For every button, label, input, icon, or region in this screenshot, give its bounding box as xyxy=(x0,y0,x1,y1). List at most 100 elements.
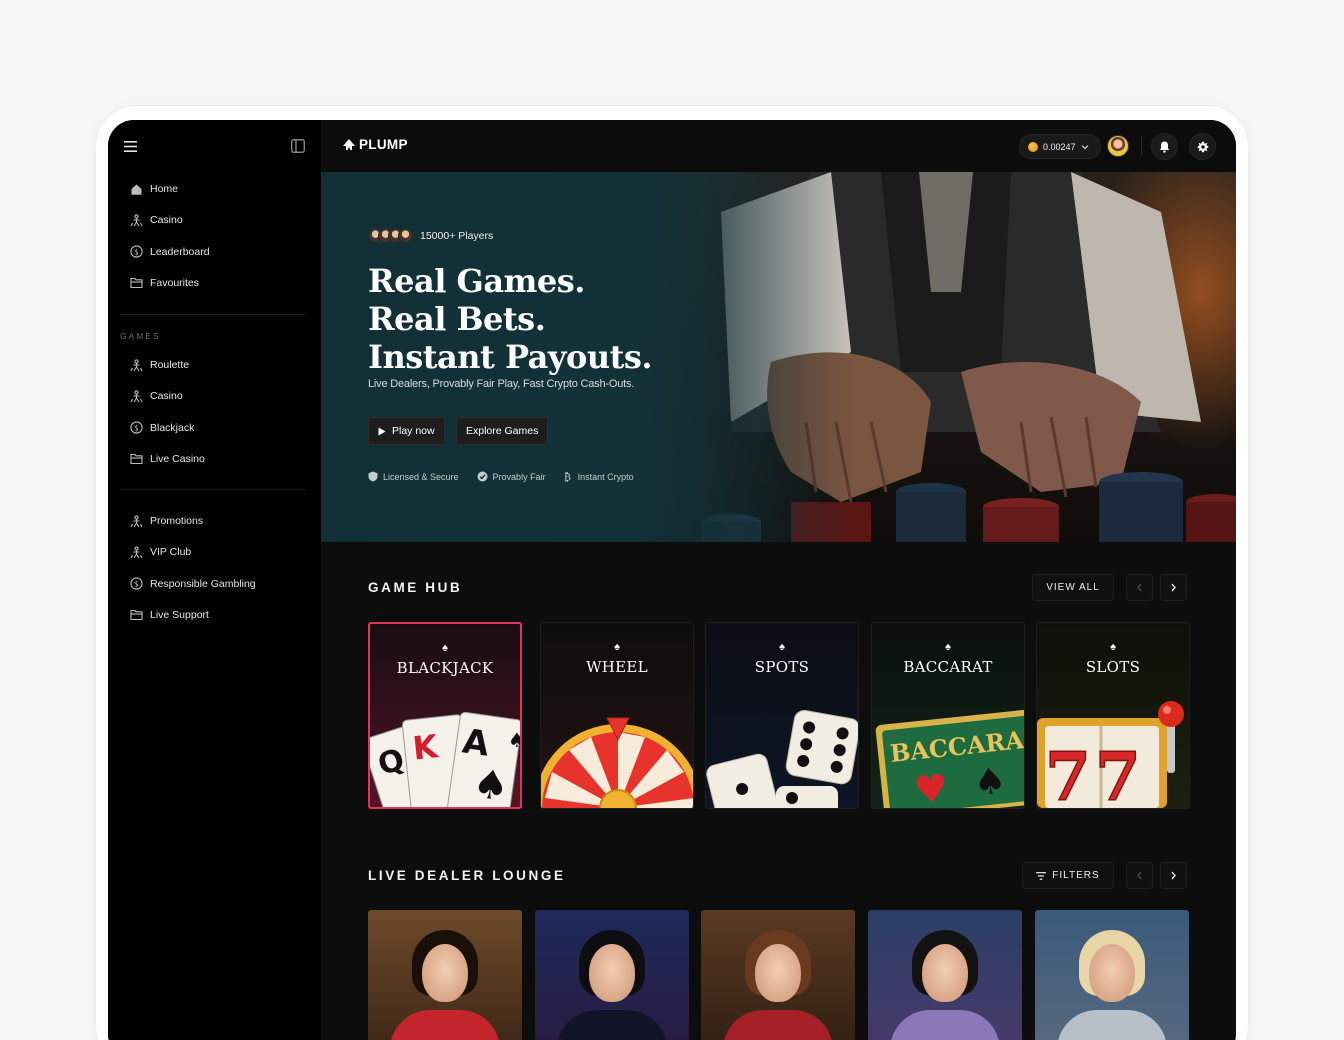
game-card-spots[interactable]: ♠ SPOTS xyxy=(705,622,859,809)
trust-badge: Licensed & Secure xyxy=(368,471,459,482)
baccarat-table-art: BACCARA ♥ ♠ xyxy=(875,709,1024,808)
coin-icon xyxy=(1028,141,1038,152)
logo[interactable]: PLUMP xyxy=(343,137,408,152)
sidebar-item-label: Live Support xyxy=(150,608,209,621)
sidebar-item-live-support[interactable]: Live Support xyxy=(130,603,209,627)
sidebar-item-label: Responsible Gambling xyxy=(150,577,256,590)
play-now-label: Play now xyxy=(392,425,435,437)
game-card-slots[interactable]: ♠ SLOTS 77 xyxy=(1036,622,1190,809)
coin-icon: $ xyxy=(130,577,143,590)
game-hub-next-button[interactable] xyxy=(1160,574,1187,601)
player-avatars xyxy=(368,228,413,243)
settings-button[interactable] xyxy=(1189,133,1216,160)
sidebar-item-label: Leaderboard xyxy=(150,245,210,258)
folder-icon xyxy=(130,452,143,465)
sidebar-item-casino[interactable]: Casino xyxy=(130,384,183,408)
sidebar-item-casino[interactable]: Casino xyxy=(130,208,183,232)
sidebar-item-label: Favourites xyxy=(150,276,200,289)
dealer-next-button[interactable] xyxy=(1160,862,1187,889)
sidebar-item-label: VIP Club xyxy=(150,546,192,559)
svg-text:♠: ♠ xyxy=(508,728,522,752)
chevron-right-icon xyxy=(1171,583,1176,592)
folder-icon xyxy=(130,276,143,289)
svg-text:₿: ₿ xyxy=(564,472,571,483)
trust-badge: Provably Fair xyxy=(477,471,546,482)
sidebar-item-promotions[interactable]: Promotions xyxy=(130,509,203,533)
dealer-card[interactable] xyxy=(868,910,1022,1040)
game-hub-title: GAME HUB xyxy=(368,580,463,595)
bitcoin-icon: ₿ xyxy=(564,472,571,483)
folder-icon xyxy=(130,608,143,621)
dealer-card[interactable] xyxy=(368,910,522,1040)
spade-icon: ♠ xyxy=(442,642,448,654)
view-all-label: VIEW ALL xyxy=(1046,582,1100,593)
trust-label: Provably Fair xyxy=(492,471,546,482)
app-screen: Home Casino $ Leaderboard Favourites GAMES R… xyxy=(108,120,1236,1040)
sidebar-item-roulette[interactable]: Roulette xyxy=(130,353,189,377)
trust-label: Licensed & Secure xyxy=(383,471,459,482)
hero-title-line: Instant Payouts. xyxy=(368,338,653,376)
game-card-label: BLACKJACK xyxy=(396,659,494,677)
sidebar-item-live-casino[interactable]: Live Casino xyxy=(130,447,205,471)
balance-value: 0.00247 xyxy=(1043,141,1076,152)
game-card-baccarat[interactable]: ♠ BACCARAT BACCARA ♥ ♠ xyxy=(871,622,1025,809)
wallet-balance-dropdown[interactable]: 0.00247 xyxy=(1019,134,1101,159)
coin-icon: $ xyxy=(130,245,143,258)
sidebar-item-label: Roulette xyxy=(150,359,190,371)
sidebar-item-leaderboard[interactable]: $ Leaderboard xyxy=(130,240,210,264)
logo-icon xyxy=(343,139,355,150)
chevron-left-icon xyxy=(1137,871,1142,880)
explore-games-button[interactable]: Explore Games xyxy=(456,417,549,445)
check-badge-icon xyxy=(477,471,488,482)
slots-art-text: 77 xyxy=(1045,738,1145,808)
prize-wheel-art xyxy=(541,717,693,808)
menu-icon[interactable] xyxy=(122,138,138,154)
game-card-label: BACCARAT xyxy=(903,658,993,676)
dice-art xyxy=(706,710,858,808)
trust-badge: ₿ Instant Crypto xyxy=(564,471,634,483)
person-icon xyxy=(130,214,143,227)
sidebar-collapse-icon[interactable] xyxy=(290,138,306,154)
explore-games-label: Explore Games xyxy=(466,425,539,437)
hero-title: Real Games. Real Bets. Instant Payouts. xyxy=(368,262,708,376)
sidebar-item-blackjack[interactable]: $ Blackjack xyxy=(130,416,194,440)
live-dealer-title: LIVE DEALER LOUNGE xyxy=(368,868,566,883)
person-icon xyxy=(130,514,143,528)
game-card-blackjack[interactable]: ♠ BLACKJACK Q K A♠ ♠ xyxy=(368,622,522,809)
person-icon xyxy=(130,358,143,372)
game-hub-prev-button[interactable] xyxy=(1126,574,1153,601)
person-icon xyxy=(130,546,143,559)
hero-banner: 15000+ Players Real Games. Real Bets. In… xyxy=(321,172,1236,542)
playing-cards-art: Q K A♠ ♠ xyxy=(370,711,522,807)
sidebar-item-label: Promotions xyxy=(150,515,204,527)
sidebar-item-label: Live Casino xyxy=(150,452,205,465)
spade-icon: ♠ xyxy=(945,641,951,653)
sidebar-item-label: Blackjack xyxy=(150,421,195,434)
sidebar-divider xyxy=(120,314,306,315)
user-avatar[interactable] xyxy=(1107,135,1129,157)
view-all-button[interactable]: VIEW ALL xyxy=(1032,574,1114,601)
svg-text:♠: ♠ xyxy=(972,760,1008,804)
svg-text:♥: ♥ xyxy=(912,765,950,808)
sidebar-item-label: Casino xyxy=(150,390,183,403)
trust-badges: Licensed & Secure Provably Fair ₿ Instan… xyxy=(368,471,634,482)
dealer-card[interactable] xyxy=(1035,910,1189,1040)
svg-text:$: $ xyxy=(134,247,139,256)
person-icon xyxy=(130,390,143,403)
games-section-label: GAMES xyxy=(120,331,161,341)
sidebar-item-favourites[interactable]: Favourites xyxy=(130,271,199,295)
game-card-wheel[interactable]: ♠ WHEEL xyxy=(540,622,694,809)
filters-button[interactable]: FILTERS xyxy=(1022,862,1114,889)
filter-icon xyxy=(1036,871,1047,880)
notifications-button[interactable] xyxy=(1151,133,1178,160)
dealer-card[interactable] xyxy=(535,910,689,1040)
sidebar-item-responsible-gambling[interactable]: $ Responsible Gambling xyxy=(130,572,256,596)
dealer-prev-button[interactable] xyxy=(1126,862,1153,889)
topbar-divider xyxy=(1141,137,1142,155)
coin-icon: $ xyxy=(130,421,143,434)
dealer-card[interactable] xyxy=(701,910,855,1040)
play-now-button[interactable]: Play now xyxy=(368,417,445,445)
sidebar-item-home[interactable]: Home xyxy=(130,177,178,201)
sidebar-item-vip-club[interactable]: VIP Club xyxy=(130,540,191,564)
shield-icon xyxy=(368,471,378,482)
